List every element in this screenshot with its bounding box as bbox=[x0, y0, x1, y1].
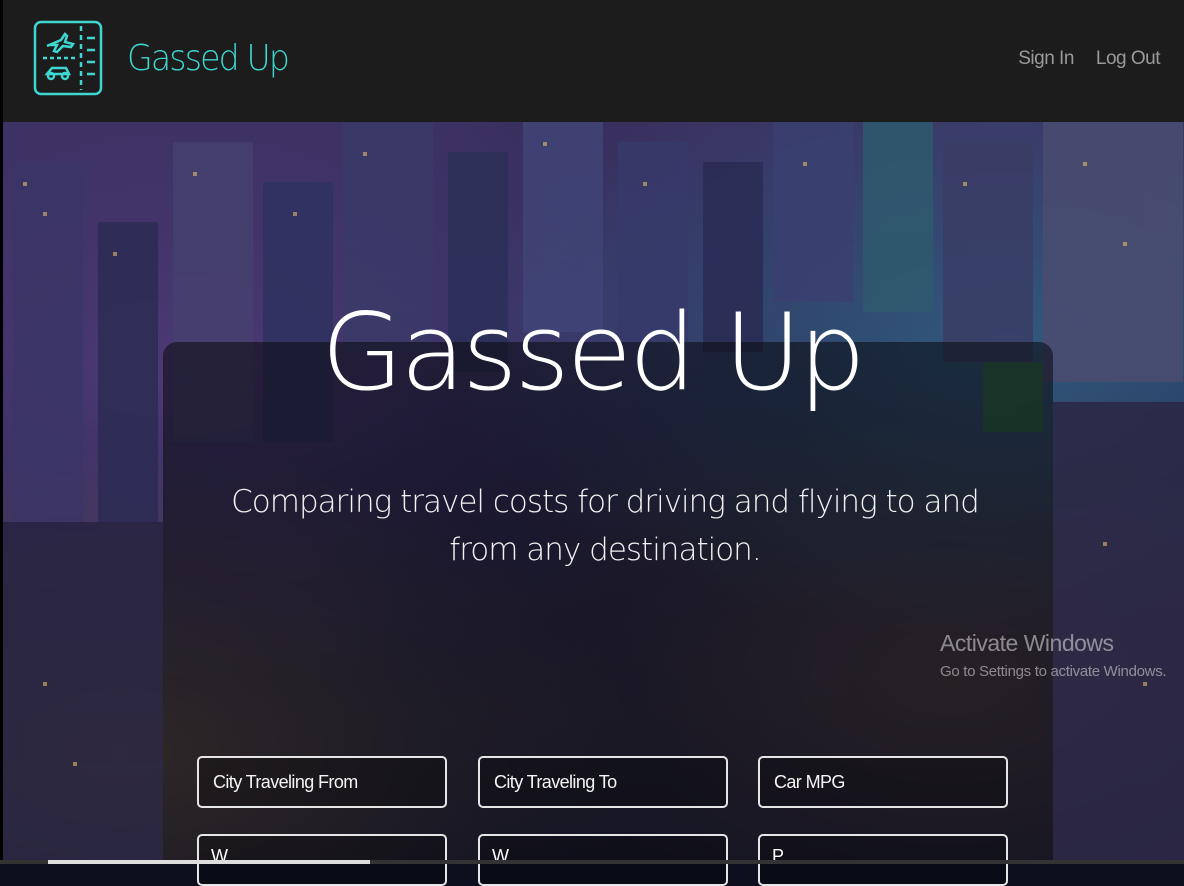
activate-windows-watermark: Activate Windows Go to Settings to activ… bbox=[940, 630, 1167, 680]
nav-links: Sign In Log Out bbox=[1018, 48, 1160, 70]
city-to-input[interactable] bbox=[492, 771, 718, 794]
navbar: Gassed Up Sign In Log Out bbox=[0, 0, 1184, 122]
activate-windows-title: Activate Windows bbox=[940, 630, 1114, 656]
log-out-link[interactable]: Log Out bbox=[1096, 48, 1161, 70]
hero-title: Gassed Up bbox=[321, 291, 866, 414]
sign-in-link[interactable]: Sign In bbox=[1018, 48, 1074, 70]
car-mpg-field[interactable] bbox=[758, 756, 1008, 808]
city-to-field[interactable] bbox=[478, 756, 728, 808]
scrollbar-thumb[interactable] bbox=[48, 860, 370, 864]
hero-subtitle: Comparing travel costs for driving and f… bbox=[231, 484, 980, 568]
brand-name[interactable]: Gassed Up bbox=[127, 38, 290, 79]
city-from-input[interactable] bbox=[211, 771, 437, 794]
activate-windows-subtitle: Go to Settings to activate Windows. bbox=[940, 663, 1167, 680]
ticket-plane-car-icon[interactable] bbox=[33, 20, 103, 96]
city-from-field[interactable] bbox=[197, 756, 447, 808]
horizontal-scrollbar[interactable] bbox=[0, 860, 1184, 864]
car-mpg-input[interactable] bbox=[772, 771, 998, 794]
